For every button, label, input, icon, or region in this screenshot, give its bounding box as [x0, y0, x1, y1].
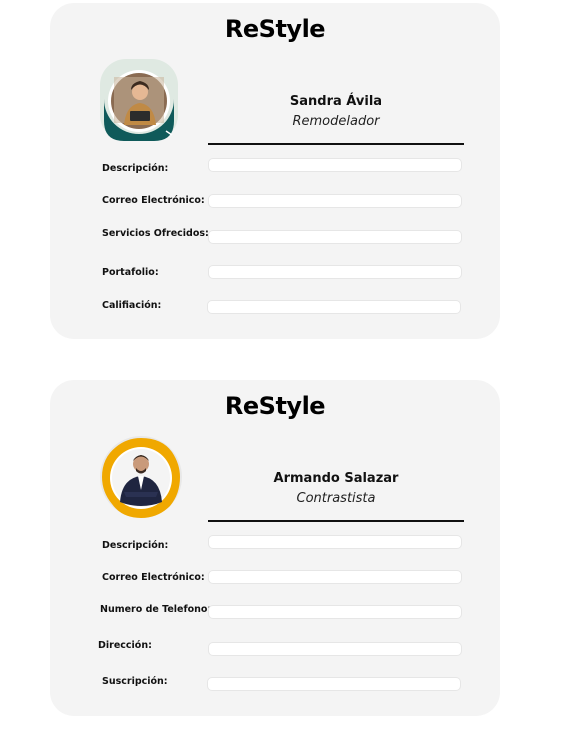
- divider: [208, 143, 464, 145]
- field-label-correo: Correo Electrónico:: [102, 572, 205, 583]
- field-label-correo: Correo Electrónico:: [102, 195, 205, 206]
- profile-name: Armando Salazar: [273, 471, 399, 486]
- field-label-descripcion: Descripción:: [102, 163, 169, 174]
- field-label-suscripcion: Suscripción:: [102, 676, 168, 687]
- brand-logo-text: ReStyle: [224, 15, 326, 43]
- profile-role: Remodelador: [292, 114, 380, 129]
- field-label-servicios: Servicios Ofrecidos:: [102, 228, 209, 239]
- portafolio-field[interactable]: [208, 265, 462, 279]
- profile-card-remodelador: ReStyle Sandra Ávila Remodelador Descrip…: [50, 3, 500, 339]
- servicios-field[interactable]: [208, 230, 462, 244]
- profile-photo-woman-icon: [100, 59, 178, 141]
- descripcion-field[interactable]: [208, 158, 462, 172]
- profile-name: Sandra Ávila: [289, 94, 383, 109]
- suscripcion-field[interactable]: [207, 677, 461, 691]
- telefono-field[interactable]: [208, 605, 462, 619]
- direccion-field[interactable]: [208, 642, 462, 656]
- field-label-direccion: Dirección:: [98, 640, 152, 651]
- field-label-portafolio: Portafolio:: [102, 267, 159, 278]
- correo-field[interactable]: [208, 570, 462, 584]
- calificacion-field[interactable]: [207, 300, 461, 314]
- field-label-calificacion: Califiación:: [102, 300, 162, 311]
- correo-field[interactable]: [208, 194, 462, 208]
- avatar: [100, 59, 178, 141]
- avatar: [100, 434, 182, 520]
- field-label-descripcion: Descripción:: [102, 540, 169, 551]
- profile-card-contratista: ReStyle Armando Salazar Contrastista Des…: [50, 380, 500, 716]
- profile-role: Contrastista: [296, 491, 376, 506]
- divider: [208, 520, 464, 522]
- brand-logo-text: ReStyle: [224, 392, 326, 420]
- profile-photo-man-icon: [100, 436, 182, 518]
- descripcion-field[interactable]: [208, 535, 462, 549]
- field-label-telefono: Numero de Telefono:: [100, 604, 212, 615]
